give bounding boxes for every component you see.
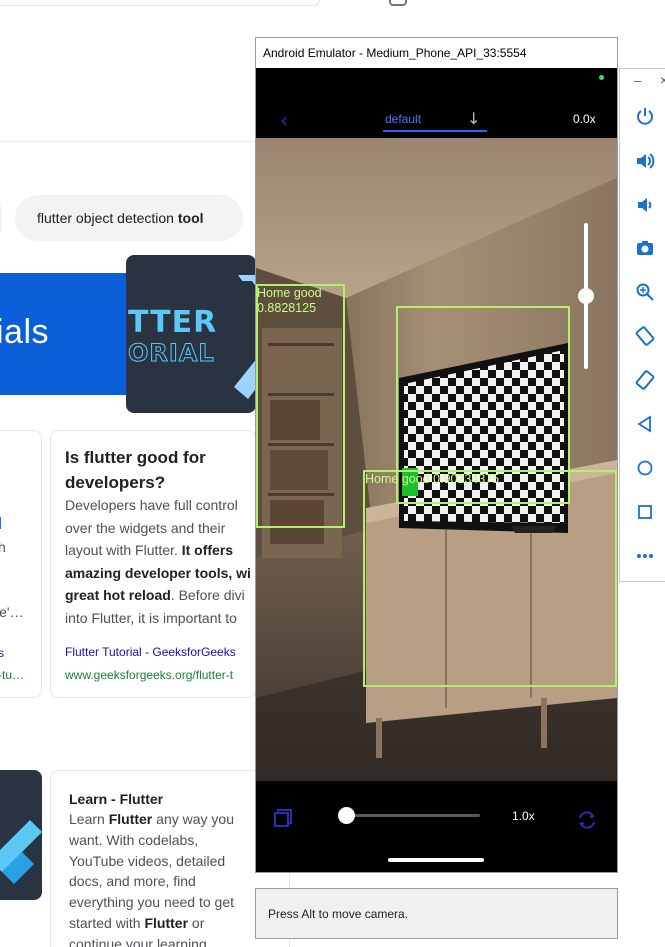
snippet-line: Learn Flutter any way you [69,811,234,827]
camera-preview[interactable]: Home good 0.8828125 Home good 0.90234375 [256,138,617,781]
power-icon [637,108,653,125]
camera-controls: 1.0x [256,781,617,872]
volume-up-icon [637,153,655,169]
snippet-line: amazing developer tools, wi [65,564,251,581]
learn-thumbnail[interactable] [0,770,42,900]
zoom-readout-top: 0.0x [573,112,596,126]
zoom-slider-track[interactable] [348,814,480,817]
video-thumbnail-dark[interactable]: TTER ORIAL [126,255,256,413]
snippet-line: started with Flutter or [69,914,205,931]
camera-hint-bar: Press Alt to move camera. [255,888,618,939]
logo-text-line1: TTER [128,305,218,340]
flutter-logo-icon [0,820,42,884]
gesture-home-bar[interactable] [388,858,484,862]
power-button[interactable] [620,99,665,133]
emulator-title-bar[interactable]: Android Emulator - Medium_Phone_API_33:5… [256,38,617,68]
snippet-line: into Flutter, it is important to [65,609,237,626]
zoom-readout-bottom: 1.0x [512,809,535,823]
close-icon[interactable]: × [660,72,665,88]
device-screen[interactable]: ‹ default ↓ 0.0x Home good 0.8828125 Hom… [256,68,617,872]
snippet-line: great hot reload. Before divi [65,587,245,603]
fragment-marker [0,517,1,529]
snippet-line: YouTube videos, detailed [69,852,226,869]
chip-bold-text: tool [177,210,204,226]
card-source-link[interactable]: Flutter Tutorial - GeeksforGeeks [65,645,236,659]
detection-label: Home good 0.90234375 [365,472,500,486]
fragment-link[interactable]: s [0,646,4,660]
snippet-line: layout with Flutter. It offers [65,542,234,558]
result-card-learn-flutter[interactable]: Learn - Flutter Learn Flutter any way yo… [50,770,290,947]
camera-indicator-icon [599,75,604,80]
download-icon[interactable]: ↓ [467,109,480,128]
tab-label: default [385,112,422,126]
detection-label: Home good 0.8828125 [257,286,322,315]
snippet-line: everything you need to get [69,894,235,911]
card-snippet: Developers have full control over the wi… [65,494,255,629]
exposure-slider-thumb[interactable] [578,288,594,304]
camera-icon [637,241,653,255]
card-title: Is flutter good for developers? [65,445,255,495]
chip-text: flutter object detection [37,210,178,226]
thumbnail-text: ials [0,313,50,351]
card-title-line1: Is flutter good for [65,448,206,467]
back-button[interactable] [620,407,665,441]
emulator-toolbar: – × [619,68,665,582]
screenshot-button[interactable] [620,231,665,265]
tab-default[interactable]: default ↓ [383,98,487,132]
minimize-icon[interactable]: – [634,73,641,88]
zoom-icon [636,283,654,301]
rotate-left-icon [635,326,655,346]
rotate-right-button[interactable] [620,363,665,397]
fragment-url: -tu… [0,668,25,682]
gallery-icon[interactable] [274,809,292,827]
volume-down-icon [638,198,652,212]
volume-up-button[interactable] [620,144,665,178]
zoom-slider-thumb[interactable] [338,807,355,824]
snippet-line: over the widgets and their [65,519,226,536]
learn-card-title[interactable]: Learn - Flutter [69,791,163,807]
rotate-left-button[interactable] [620,319,665,353]
volume-down-button[interactable] [620,188,665,222]
overview-icon [638,505,652,519]
back-icon [637,415,651,433]
back-arrow-icon[interactable]: ‹ [264,98,304,142]
zoom-button[interactable] [620,275,665,309]
fragment-text: le'… [0,604,24,620]
search-chip-partial[interactable] [0,195,2,241]
card-title-line2: developers? [65,473,166,492]
tab-indicator [383,130,487,132]
related-search-chip[interactable]: flutter object detection tool [15,195,243,241]
snippet-line: docs, and more, find [69,873,196,890]
more-icon [637,554,653,558]
home-button[interactable] [620,451,665,485]
card-url: www.geeksforgeeks.org/flutter-t [65,668,234,682]
detection-box [256,284,345,528]
more-button[interactable] [620,539,665,573]
switch-camera-icon[interactable] [576,809,598,831]
fragment-text: h [0,539,6,555]
learn-card-snippet: Learn Flutter any way you want. With cod… [69,809,269,947]
emulator-window[interactable]: Android Emulator - Medium_Phone_API_33:5… [255,37,618,873]
detection-box [363,470,617,687]
result-card-partial[interactable] [0,430,42,698]
result-card-flutter-good[interactable]: Is flutter good for developers? Develope… [50,430,256,698]
rotate-right-icon [635,370,655,390]
flutter-x-logo-icon [234,275,256,399]
video-thumbnail-blue[interactable]: ials [0,273,126,395]
tab-icon[interactable] [389,0,407,6]
browser-top-bar-edge [0,0,320,6]
logo-text-line2: ORIAL [128,339,215,368]
snippet-line: want. With codelabs, [69,831,199,848]
snippet-line: continue your learning [69,935,207,947]
home-icon [637,460,653,476]
overview-button[interactable] [620,495,665,529]
snippet-line: Developers have full control [65,497,238,513]
